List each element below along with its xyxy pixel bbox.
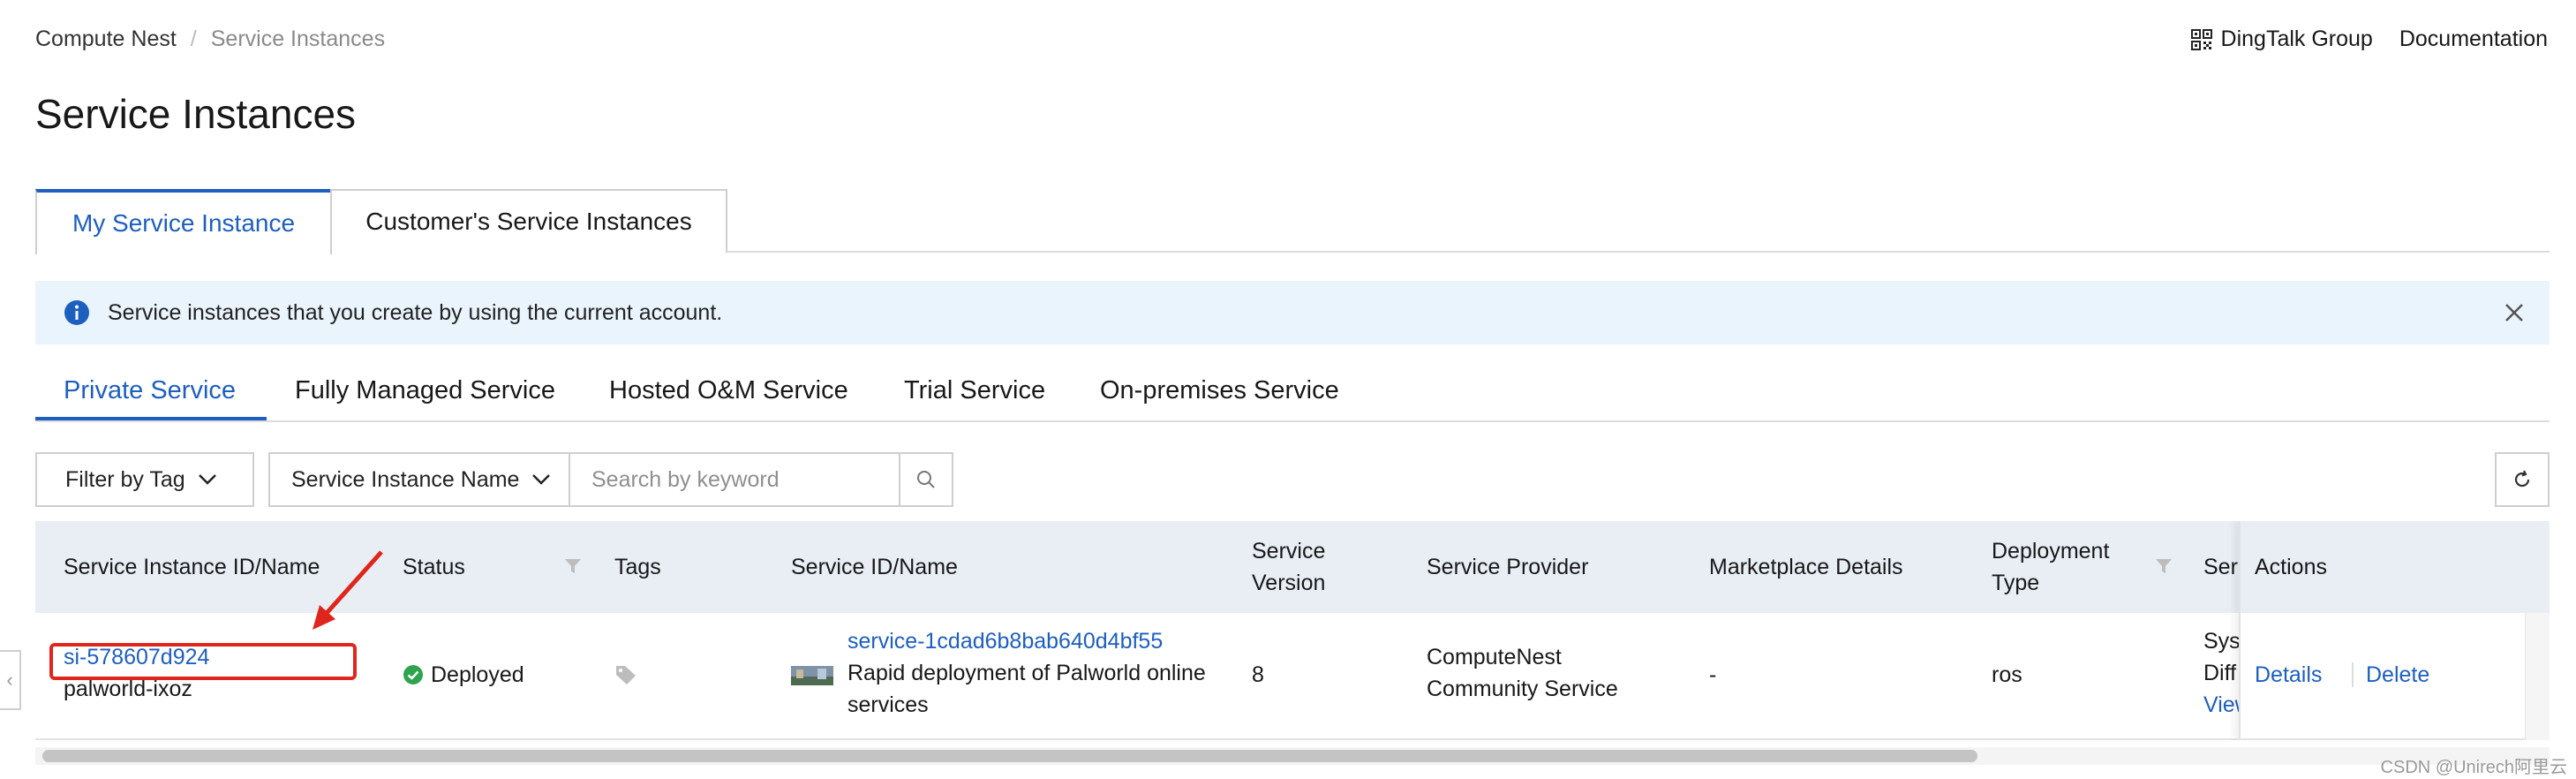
- breadcrumb-compute-nest[interactable]: Compute Nest: [35, 26, 177, 52]
- service-provider-line2: Community Service: [1427, 677, 1618, 701]
- col-header-actions: Actions: [2255, 555, 2327, 579]
- tab-hosted-om-service[interactable]: Hosted O&M Service: [609, 376, 848, 422]
- qr-code-icon: [2190, 28, 2212, 50]
- chevron-down-icon: [198, 474, 216, 485]
- dingtalk-group-link[interactable]: DingTalk Group: [2190, 26, 2373, 52]
- col-header-version-line1: Service: [1252, 539, 1326, 563]
- search-input[interactable]: [591, 466, 892, 493]
- horizontal-scrollbar[interactable]: [35, 747, 2550, 765]
- service-provider-line1: ComputeNest: [1427, 645, 1562, 669]
- info-banner-text: Service instances that you create by usi…: [108, 299, 723, 325]
- chevron-down-icon: [532, 474, 551, 485]
- table-row: si-578607d924 palworld-ixoz Deployed ser…: [35, 613, 2525, 740]
- col-header-status: Status: [403, 555, 465, 579]
- dingtalk-group-label: DingTalk Group: [2220, 26, 2373, 51]
- filter-toolbar: Filter by Tag Service Instance Name: [35, 452, 2550, 507]
- breadcrumb-separator: /: [190, 26, 197, 51]
- table-header: Service Instance ID/Name Status Tags Ser…: [35, 521, 2550, 613]
- close-icon[interactable]: [2502, 300, 2527, 325]
- search-field-label: Service Instance Name: [291, 466, 520, 492]
- horizontal-scrollbar-thumb[interactable]: [42, 750, 1977, 762]
- search-field-select[interactable]: Service Instance Name: [268, 452, 570, 507]
- search-icon: [917, 471, 935, 488]
- truncated-cell-line1: Sys: [2203, 629, 2241, 654]
- annotation-arrow-icon: [313, 550, 383, 630]
- actions-header: Actions: [2241, 521, 2550, 613]
- active-tab-indicator: [35, 417, 267, 420]
- chevron-left-icon: ‹: [6, 669, 13, 691]
- service-thumbnail-icon: [791, 666, 833, 685]
- instance-scope-tabs: My Service Instance Customer's Service I…: [35, 189, 2550, 254]
- info-banner: Service instances that you create by usi…: [35, 281, 2550, 344]
- breadcrumb-current: Service Instances: [210, 26, 386, 51]
- refresh-button[interactable]: [2495, 452, 2550, 507]
- tab-customers-service-instances[interactable]: Customer's Service Instances: [330, 189, 727, 253]
- vertical-scrollbar[interactable]: [2525, 613, 2550, 740]
- filter-by-tag-dropdown[interactable]: Filter by Tag: [35, 452, 254, 507]
- service-name-line1: Rapid deployment of Palworld online: [847, 661, 1206, 685]
- tab-fully-managed-service[interactable]: Fully Managed Service: [295, 376, 555, 422]
- breadcrumb: Compute Nest / Service Instances: [35, 26, 385, 52]
- tab-my-service-instance[interactable]: My Service Instance: [35, 189, 332, 254]
- search-box: [569, 452, 902, 507]
- top-links: DingTalk Group Documentation: [2190, 26, 2548, 52]
- marketplace-details: -: [1709, 662, 1717, 687]
- col-header-deployment-line1: Deployment: [1992, 539, 2110, 563]
- collapse-handle[interactable]: ‹: [0, 650, 21, 710]
- service-instances-table: Service Instance ID/Name Status Tags Ser…: [35, 521, 2550, 740]
- col-header-instance: Service Instance ID/Name: [64, 555, 320, 579]
- col-header-truncated: Ser: [2203, 555, 2238, 579]
- service-version: 8: [1252, 662, 1264, 687]
- status-badge: Deployed: [431, 662, 524, 687]
- actions-column: Actions Details Delete: [2239, 521, 2550, 740]
- annotation-highlight-box: [49, 643, 357, 680]
- action-divider: [2352, 662, 2354, 687]
- tab-private-service[interactable]: Private Service: [64, 376, 236, 422]
- filter-icon[interactable]: [563, 556, 583, 576]
- service-type-tabs: Private Service Fully Managed Service Ho…: [35, 369, 2550, 422]
- refresh-icon: [2514, 470, 2530, 488]
- deployment-type: ros: [1992, 662, 2022, 687]
- col-header-version-line2: Version: [1252, 571, 1326, 595]
- col-header-provider: Service Provider: [1427, 555, 1589, 579]
- col-header-deployment-line2: Type: [1992, 571, 2040, 595]
- info-icon: [64, 300, 89, 325]
- col-header-tags: Tags: [614, 555, 661, 579]
- tab-on-premises-service[interactable]: On-premises Service: [1100, 376, 1339, 422]
- tag-icon[interactable]: [614, 664, 637, 685]
- search-button[interactable]: [899, 452, 953, 507]
- actions-cell: Details Delete: [2241, 613, 2527, 740]
- documentation-link[interactable]: Documentation: [2399, 26, 2548, 52]
- service-id-link[interactable]: service-1cdad6b8bab640d4bf55: [847, 625, 1163, 657]
- watermark: CSDN @Unirech阿里云: [2380, 758, 2567, 777]
- delete-link[interactable]: Delete: [2366, 659, 2429, 691]
- truncated-cell-line2: Diff: [2203, 661, 2237, 685]
- tab-trial-service[interactable]: Trial Service: [904, 376, 1045, 422]
- page-title: Service Instances: [35, 91, 357, 137]
- filter-by-tag-label: Filter by Tag: [65, 466, 185, 492]
- details-link[interactable]: Details: [2255, 659, 2322, 691]
- filter-icon[interactable]: [2154, 556, 2173, 576]
- col-header-marketplace: Marketplace Details: [1709, 555, 1903, 579]
- col-header-service: Service ID/Name: [791, 555, 958, 579]
- service-name-line2: services: [847, 692, 929, 717]
- check-circle-icon: [403, 665, 423, 684]
